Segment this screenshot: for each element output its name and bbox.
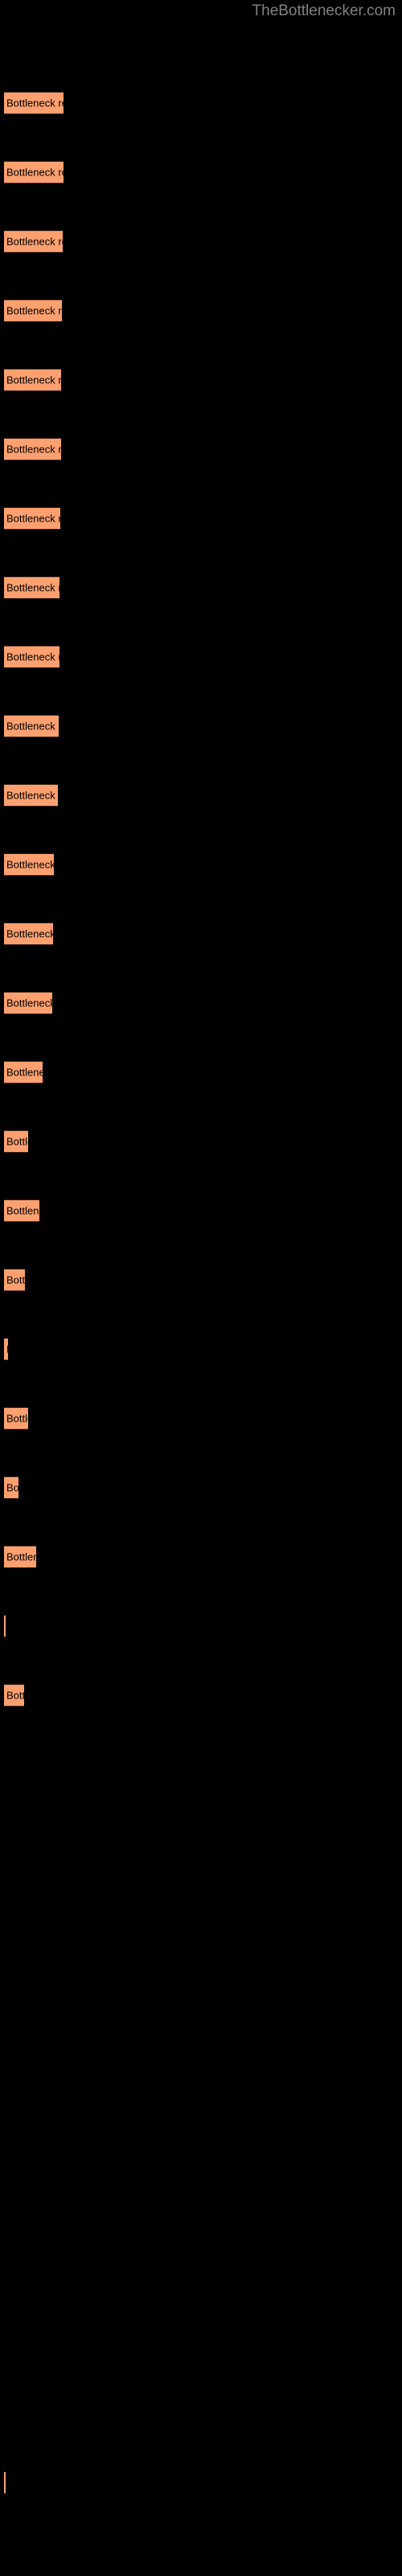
bottleneck-result-bar[interactable]: Bottleneck result xyxy=(4,1061,43,1084)
bar-label: Bottleneck result xyxy=(6,1412,28,1425)
bottleneck-result-bar[interactable]: Bottleneck result xyxy=(4,646,59,668)
bar-label: Bottleneck result xyxy=(6,304,62,317)
bar-label: Bottleneck result xyxy=(6,512,60,525)
bar-label: Bottleneck result xyxy=(6,97,64,109)
bottleneck-result-bar[interactable]: Bottleneck result xyxy=(4,230,63,253)
bar-label: Bottleneck result xyxy=(6,997,52,1009)
bottleneck-result-bar[interactable]: Bottleneck result xyxy=(4,438,61,460)
bar-label: Bottleneck result xyxy=(6,443,61,456)
bottleneck-result-bar[interactable]: Bottleneck result xyxy=(4,1476,18,1499)
bottleneck-result-bar[interactable]: Bottleneck result xyxy=(4,923,53,945)
bottleneck-result-bar[interactable]: Bottleneck result xyxy=(4,369,61,391)
bottleneck-result-bar[interactable]: Bottleneck result xyxy=(4,1130,28,1153)
bar-label: Bottleneck result xyxy=(6,235,63,248)
bottleneck-result-bar[interactable]: Bottleneck result xyxy=(4,853,54,876)
bottleneck-result-bar[interactable]: Bottleneck result xyxy=(4,784,58,807)
bar-label: Bottleneck result xyxy=(6,1066,43,1079)
bar-label: Bottleneck result xyxy=(6,374,61,386)
bottleneck-result-bar[interactable]: Bottleneck result xyxy=(4,507,60,530)
bottleneck-result-bar[interactable]: Bottleneck result xyxy=(4,1615,6,1637)
bar-label: Bottleneck result xyxy=(6,650,59,663)
bottleneck-result-bar[interactable]: Bottleneck result xyxy=(4,1338,8,1360)
bottleneck-result-bar[interactable]: Bottleneck result xyxy=(4,92,64,114)
bar-label: Bottleneck result xyxy=(6,581,59,594)
bar-label: Bottleneck result xyxy=(6,166,64,179)
bottleneck-result-bar[interactable]: Bottleneck result xyxy=(4,1684,24,1707)
bottleneck-result-bar[interactable]: Bottleneck result xyxy=(4,2471,6,2494)
bottleneck-result-bar[interactable]: Bottleneck result xyxy=(4,299,62,322)
bottleneck-result-bar[interactable]: Bottleneck result xyxy=(4,576,59,599)
bar-label: Bottleneck result xyxy=(6,1550,36,1563)
bar-label: Bottleneck result xyxy=(6,1274,25,1286)
bottleneck-result-bar[interactable]: Bottleneck result xyxy=(4,715,59,737)
bottleneck-result-bar[interactable]: Bottleneck result xyxy=(4,1269,25,1291)
bottleneck-result-bar[interactable]: Bottleneck result xyxy=(4,1199,39,1222)
bottleneck-result-bar[interactable]: Bottleneck result xyxy=(4,1546,36,1568)
bottleneck-result-bar[interactable]: Bottleneck result xyxy=(4,992,52,1014)
bar-label: Bottleneck result xyxy=(6,927,53,940)
bar-label: Bottleneck result xyxy=(6,1481,18,1494)
bar-label: Bottleneck result xyxy=(6,1204,39,1217)
bar-label: Bottleneck result xyxy=(6,1344,8,1356)
bar-label: Bottleneck result xyxy=(6,720,59,733)
bottleneck-bar-chart: Bottleneck result Bottleneck result Bottle… xyxy=(0,0,402,2576)
bottleneck-result-bar[interactable]: Bottleneck result xyxy=(4,1407,28,1430)
bar-label: Bottleneck result xyxy=(6,789,58,802)
bar-label: Bottleneck result xyxy=(6,858,54,871)
bar-label: Bottleneck result xyxy=(6,1689,24,1702)
bottleneck-result-bar[interactable]: Bottleneck result xyxy=(4,161,64,184)
bar-label: Bottleneck result xyxy=(6,1135,28,1148)
